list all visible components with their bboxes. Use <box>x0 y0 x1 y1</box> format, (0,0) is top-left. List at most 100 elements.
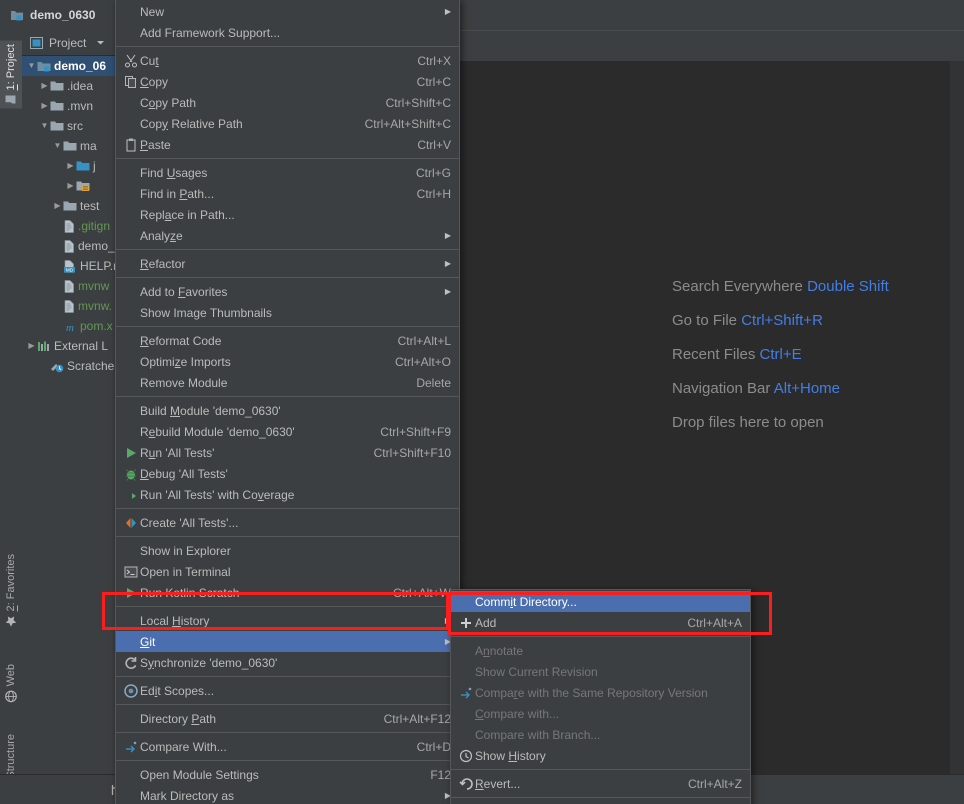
tree-row[interactable]: ▶ External L <box>22 336 115 356</box>
context-menu-item-synchronize-demo-0630[interactable]: Synchronize 'demo_0630' <box>116 652 459 673</box>
menu-item-shortcut: Ctrl+Alt+F12 <box>383 711 451 726</box>
context-menu-item-show-in-explorer[interactable]: Show in Explorer <box>116 540 459 561</box>
tree-row[interactable]: ▶ test <box>22 196 115 216</box>
context-menu-item-copy-relative-path[interactable]: Copy Relative Path Ctrl+Alt+Shift+C <box>116 113 459 134</box>
menu-item-label: Paste <box>140 137 171 152</box>
context-menu-item-refactor[interactable]: Refactor ▶ <box>116 253 459 274</box>
chevron-down-icon[interactable] <box>96 38 105 47</box>
tree-row[interactable]: ▶ j <box>22 156 115 176</box>
run-icon <box>122 446 140 460</box>
tree-row[interactable]: MD HELP.m <box>22 256 115 276</box>
context-menu-item-debug-all-tests[interactable]: Debug 'All Tests' <box>116 463 459 484</box>
context-menu-item-new[interactable]: New ▶ <box>116 1 459 22</box>
context-menu-item-mark-directory-as[interactable]: Mark Directory as ▶ <box>116 785 459 804</box>
editor-hint-action: Recent Files <box>672 346 756 363</box>
git-menu-item-add[interactable]: Add Ctrl+Alt+A <box>451 612 750 633</box>
tool-tab-favorites[interactable]: 2: Favorites <box>0 550 22 631</box>
context-menu-item-find-in-path[interactable]: Find in Path... Ctrl+H <box>116 183 459 204</box>
context-menu-item-analyze[interactable]: Analyze ▶ <box>116 225 459 246</box>
tool-tab-web[interactable]: Web <box>0 660 22 706</box>
tree-row[interactable]: demo_ <box>22 236 115 256</box>
tree-row[interactable]: ▶ .idea <box>22 76 115 96</box>
tree-row[interactable]: mvnw. <box>22 296 115 316</box>
tree-row[interactable]: Scratches <box>22 356 115 376</box>
menu-item-shortcut: Delete <box>416 375 451 390</box>
tree-row-label: demo_06 <box>54 59 107 73</box>
chevron-down-icon[interactable]: ▼ <box>52 142 63 150</box>
chevron-right-icon[interactable]: ▶ <box>65 162 76 170</box>
menu-item-shortcut: Ctrl+Alt+A <box>687 615 742 630</box>
context-menu-item-edit-scopes[interactable]: Edit Scopes... <box>116 680 459 701</box>
menu-item-label: Mark Directory as <box>140 788 235 803</box>
chevron-down-icon[interactable]: ▼ <box>39 122 50 130</box>
tree-row[interactable]: ▼ src <box>22 116 115 136</box>
context-menu-item-cut[interactable]: Cut Ctrl+X <box>116 50 459 71</box>
folder-icon <box>50 100 64 112</box>
chevron-right-icon[interactable]: ▶ <box>26 342 37 350</box>
file-icon <box>63 279 75 293</box>
add-icon <box>457 616 475 630</box>
tool-tab-project[interactable]: 1: Project <box>0 40 22 109</box>
chevron-right-icon[interactable]: ▶ <box>65 182 76 190</box>
context-menu-item-directory-path[interactable]: Directory Path Ctrl+Alt+F12 <box>116 708 459 729</box>
compare-icon <box>457 686 475 700</box>
project-panel-header[interactable]: Project <box>22 30 115 56</box>
terminal-icon <box>122 565 140 579</box>
tree-row[interactable]: ▶ <box>22 176 115 196</box>
context-menu-item-build-module-demo-0630[interactable]: Build Module 'demo_0630' <box>116 400 459 421</box>
menu-item-shortcut: Ctrl+D <box>416 739 451 754</box>
git-submenu[interactable]: Commit Directory... Add Ctrl+Alt+A Annotate… <box>450 589 751 804</box>
context-menu-item-rebuild-module-demo-0630[interactable]: Rebuild Module 'demo_0630' Ctrl+Shift+F9 <box>116 421 459 442</box>
editor-hint-row: Search Everywhere Double Shift <box>672 278 942 312</box>
chevron-down-icon[interactable]: ▼ <box>26 62 37 70</box>
project-context-menu[interactable]: New ▶ Add Framework Support... Cut Ctrl+X Cop… <box>115 0 460 804</box>
context-menu-item-optimize-imports[interactable]: Optimize Imports Ctrl+Alt+O <box>116 351 459 372</box>
run-icon <box>122 586 140 600</box>
tree-row[interactable]: ▼ ma <box>22 136 115 156</box>
tree-row[interactable]: mvnw <box>22 276 115 296</box>
menu-item-label: Annotate <box>475 643 524 658</box>
git-menu-item-commit-directory[interactable]: Commit Directory... <box>451 591 750 612</box>
context-menu-item-open-in-terminal[interactable]: Open in Terminal <box>116 561 459 582</box>
context-menu-item-reformat-code[interactable]: Reformat Code Ctrl+Alt+L <box>116 330 459 351</box>
git-menu-item-show-history[interactable]: Show History <box>451 745 750 766</box>
context-menu-item-replace-in-path[interactable]: Replace in Path... <box>116 204 459 225</box>
context-menu-item-local-history[interactable]: Local History ▶ <box>116 610 459 631</box>
menu-item-label: Add <box>475 615 497 630</box>
tree-row[interactable]: ▼ demo_06 <box>22 56 115 76</box>
context-menu-item-show-image-thumbnails[interactable]: Show Image Thumbnails <box>116 302 459 323</box>
chevron-right-icon[interactable]: ▶ <box>39 102 50 110</box>
context-menu-item-compare-with[interactable]: Compare With... Ctrl+D <box>116 736 459 757</box>
tree-row-label: .mvn <box>67 99 94 113</box>
chevron-right-icon[interactable]: ▶ <box>39 82 50 90</box>
context-menu-item-paste[interactable]: Paste Ctrl+V <box>116 134 459 155</box>
menu-item-label: Show Image Thumbnails <box>140 305 272 320</box>
context-menu-item-copy-path[interactable]: Copy Path Ctrl+Shift+C <box>116 92 459 113</box>
context-menu-item-run-kotlin-scratch[interactable]: Run Kotlin Scratch Ctrl+Alt+W <box>116 582 459 603</box>
context-menu-item-run-all-tests[interactable]: Run 'All Tests' Ctrl+Shift+F10 <box>116 442 459 463</box>
context-menu-item-find-usages[interactable]: Find Usages Ctrl+G <box>116 162 459 183</box>
tree-row[interactable]: ▶ .mvn <box>22 96 115 116</box>
context-menu-item-copy[interactable]: Copy Ctrl+C <box>116 71 459 92</box>
context-menu-item-open-module-settings[interactable]: Open Module Settings F12 <box>116 764 459 785</box>
menu-item-label: Copy <box>140 74 169 89</box>
context-menu-item-run-all-tests-with-coverage[interactable]: Run 'All Tests' with Coverage <box>116 484 459 505</box>
context-menu-item-add-framework-support[interactable]: Add Framework Support... <box>116 22 459 43</box>
context-menu-item-git[interactable]: Git ▶ <box>116 631 459 652</box>
menu-item-shortcut: Ctrl+Alt+Z <box>687 776 742 791</box>
context-menu-item-create-all-tests[interactable]: Create 'All Tests'... <box>116 512 459 533</box>
project-view-icon <box>30 36 43 49</box>
menu-separator <box>116 158 459 159</box>
context-menu-item-add-to-favorites[interactable]: Add to Favorites ▶ <box>116 281 459 302</box>
menu-item-label: Compare With... <box>140 739 227 754</box>
tree-row[interactable]: m pom.x <box>22 316 115 336</box>
tree-row-label: pom.x <box>80 319 113 333</box>
menu-separator <box>451 636 750 637</box>
git-menu-item-revert[interactable]: Revert... Ctrl+Alt+Z <box>451 773 750 794</box>
tree-row[interactable]: .gitign <box>22 216 115 236</box>
tree-row-label: HELP.m <box>80 259 115 273</box>
menu-item-label: Git <box>140 634 156 649</box>
context-menu-item-remove-module[interactable]: Remove Module Delete <box>116 372 459 393</box>
chevron-right-icon[interactable]: ▶ <box>52 202 63 210</box>
project-tree[interactable]: ▼ demo_06 ▶ .idea ▶ .mvn ▼ src ▼ ma ▶ j ▶ ▶ test .gitig… <box>22 56 115 376</box>
